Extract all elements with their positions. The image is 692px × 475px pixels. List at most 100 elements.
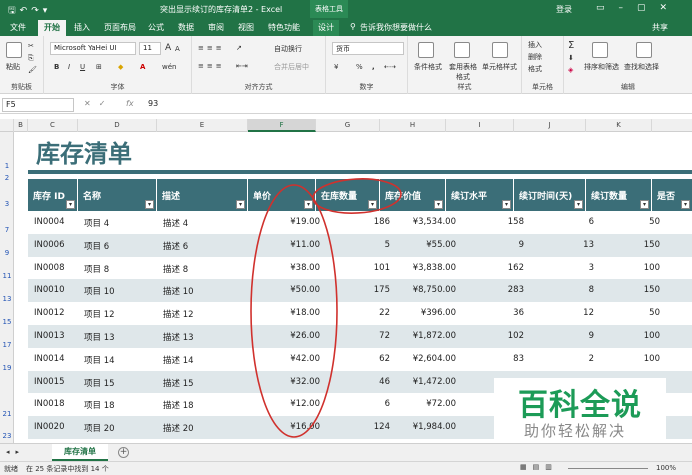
table-cell[interactable]: ¥26.00 xyxy=(250,331,320,341)
column-header[interactable]: J xyxy=(514,119,586,132)
table-cell[interactable]: 150 xyxy=(592,285,660,295)
indent-icons[interactable]: ⇤⇥ xyxy=(236,62,248,70)
table-cell[interactable]: ¥32.00 xyxy=(250,377,320,387)
column-header[interactable]: G xyxy=(316,119,380,132)
table-cell[interactable]: 22 xyxy=(320,308,390,318)
table-cell[interactable]: 描述 12 xyxy=(163,308,243,320)
table-cell[interactable]: 101 xyxy=(320,263,390,273)
sort-filter-icon[interactable] xyxy=(592,42,608,58)
table-cell[interactable]: 3 xyxy=(522,263,594,273)
zoom-slider[interactable] xyxy=(568,468,648,469)
table-cell[interactable]: ¥38.00 xyxy=(250,263,320,273)
table-cell[interactable]: 150 xyxy=(592,240,660,250)
filter-dropdown-icon[interactable]: ▾ xyxy=(434,200,443,209)
column-header[interactable]: B xyxy=(14,119,28,132)
table-cell[interactable]: ¥55.00 xyxy=(384,240,456,250)
table-cell[interactable]: IN0018 xyxy=(34,399,78,409)
find-select-icon[interactable] xyxy=(636,42,652,58)
table-cell[interactable]: 36 xyxy=(452,308,524,318)
table-cell[interactable]: 2 xyxy=(522,354,594,364)
format-cells-button[interactable]: 格式 xyxy=(528,64,542,74)
row-number[interactable]: 7 xyxy=(0,226,14,234)
font-grow-button[interactable]: A xyxy=(165,43,171,53)
table-cell[interactable]: ¥18.00 xyxy=(250,308,320,318)
fill-icon[interactable]: ⬇ xyxy=(568,54,574,62)
table-cell[interactable]: 描述 14 xyxy=(163,354,243,366)
tab-formulas[interactable]: 公式 xyxy=(148,22,164,33)
font-name-select[interactable]: Microsoft YaHei UI xyxy=(50,42,136,55)
table-cell[interactable]: 6 xyxy=(522,217,594,227)
table-cell[interactable]: 描述 20 xyxy=(163,422,243,434)
table-cell[interactable]: 102 xyxy=(452,331,524,341)
table-cell[interactable]: ¥42.00 xyxy=(250,354,320,364)
table-cell[interactable]: ¥2,604.00 xyxy=(384,354,456,364)
paste-button[interactable]: 粘贴 xyxy=(6,62,20,72)
table-cell[interactable]: ¥8,750.00 xyxy=(384,285,456,295)
column-header[interactable]: K xyxy=(586,119,652,132)
autosum-icon[interactable]: Σ xyxy=(568,40,574,51)
share-button[interactable]: 共享 xyxy=(652,22,668,33)
table-cell[interactable]: ¥3,534.00 xyxy=(384,217,456,227)
row-number[interactable]: 19 xyxy=(0,364,14,372)
row-number[interactable]: 13 xyxy=(0,295,14,303)
table-cell[interactable]: ¥396.00 xyxy=(384,308,456,318)
table-header[interactable]: 续订水平 ▾ xyxy=(446,179,514,211)
table-cell[interactable]: 50 xyxy=(592,217,660,227)
clear-icon[interactable]: ◈ xyxy=(568,66,573,74)
filter-dropdown-icon[interactable]: ▾ xyxy=(502,200,511,209)
column-header[interactable]: H xyxy=(380,119,446,132)
format-painter-icon[interactable]: 🖌 xyxy=(28,66,37,74)
sheet-tab[interactable]: 库存清单 xyxy=(52,444,108,461)
table-cell[interactable]: IN0014 xyxy=(34,354,78,364)
table-cell[interactable]: 项目 13 xyxy=(84,331,154,343)
name-box[interactable]: F5 xyxy=(2,98,74,112)
table-cell[interactable]: 8 xyxy=(522,285,594,295)
underline-button[interactable]: U xyxy=(80,63,85,71)
row-number[interactable]: 9 xyxy=(0,249,14,257)
table-cell[interactable]: 项目 15 xyxy=(84,377,154,389)
table-cell[interactable]: IN0004 xyxy=(34,217,78,227)
table-cell[interactable]: 项目 12 xyxy=(84,308,154,320)
quick-access-toolbar[interactable]: 🖫↶↷▾ xyxy=(8,3,51,19)
cut-icon[interactable]: ✂ xyxy=(28,42,34,50)
conditional-format-icon[interactable] xyxy=(418,42,434,58)
table-cell[interactable]: 83 xyxy=(452,354,524,364)
select-all-corner[interactable] xyxy=(0,119,14,132)
horizontal-align-icons[interactable]: ≡≡≡ xyxy=(198,62,225,70)
table-cell[interactable]: 9 xyxy=(522,331,594,341)
currency-icon[interactable]: ¥ xyxy=(334,63,338,71)
table-cell[interactable]: 项目 6 xyxy=(84,240,154,252)
table-cell[interactable]: 158 xyxy=(452,217,524,227)
table-cell[interactable]: ¥1,472.00 xyxy=(384,377,456,387)
column-header[interactable]: F xyxy=(248,119,316,132)
row-number[interactable]: 11 xyxy=(0,272,14,280)
sort-filter-button[interactable]: 排序和筛选 xyxy=(584,62,619,72)
add-sheet-icon[interactable]: + xyxy=(118,447,129,458)
table-cell[interactable]: 项目 4 xyxy=(84,217,154,229)
tab-file[interactable]: 文件 xyxy=(10,22,26,33)
window-controls[interactable]: ▭–▢✕ xyxy=(596,3,681,13)
table-cell[interactable]: 175 xyxy=(320,285,390,295)
row-number[interactable]: 17 xyxy=(0,341,14,349)
table-cell[interactable]: ¥1,872.00 xyxy=(384,331,456,341)
font-color-icon[interactable]: A xyxy=(140,63,145,71)
table-cell[interactable]: ¥12.00 xyxy=(250,399,320,409)
table-cell[interactable]: 描述 18 xyxy=(163,399,243,411)
tab-view[interactable]: 视图 xyxy=(238,22,254,33)
table-cell[interactable]: 描述 13 xyxy=(163,331,243,343)
phonetic-icon[interactable]: wén xyxy=(162,63,176,71)
table-cell[interactable]: IN0012 xyxy=(34,308,78,318)
percent-button[interactable]: % xyxy=(356,63,363,71)
column-header[interactable]: C xyxy=(28,119,78,132)
table-cell[interactable]: IN0006 xyxy=(34,240,78,250)
merge-center-button[interactable]: 合并后居中 xyxy=(274,62,309,72)
table-cell[interactable]: ¥11.00 xyxy=(250,240,320,250)
table-cell[interactable]: 描述 4 xyxy=(163,217,243,229)
conditional-format-button[interactable]: 条件格式 xyxy=(414,62,442,72)
table-cell[interactable]: ¥1,984.00 xyxy=(384,422,456,432)
table-header[interactable]: 描述 ▾ xyxy=(157,179,248,211)
table-cell[interactable]: 13 xyxy=(522,240,594,250)
view-mode-buttons[interactable]: ▦▤▥ xyxy=(520,463,558,471)
table-header[interactable]: 库存 ID ▾ xyxy=(28,179,78,211)
column-header[interactable]: I xyxy=(446,119,514,132)
